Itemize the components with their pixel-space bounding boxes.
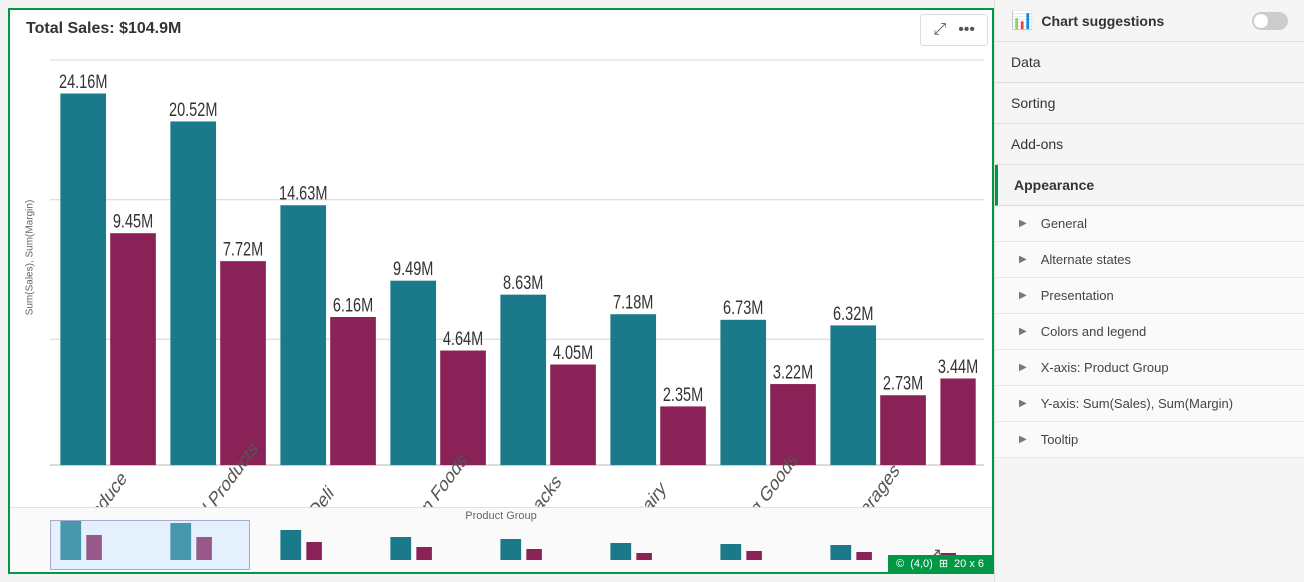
panel-subsection-colors-legend[interactable]: ▶ Colors and legend [995, 314, 1304, 350]
subsection-x-axis-label: X-axis: Product Group [1041, 360, 1169, 375]
chevron-right-icon: ▶ [1019, 326, 1027, 337]
status-position: (4,0) [910, 558, 933, 570]
status-copyright: © [896, 558, 904, 570]
subsection-alternate-states-label: Alternate states [1041, 252, 1131, 267]
chevron-right-icon: ▶ [1019, 290, 1027, 301]
y-axis-text: Sum(Sales), Sum(Margin) [25, 200, 36, 316]
chevron-right-icon: ▶ [1019, 434, 1027, 445]
svg-text:Dairy: Dairy [631, 475, 670, 507]
panel-section-addons-label: Add-ons [1011, 136, 1063, 152]
chevron-right-icon: ▶ [1019, 218, 1027, 229]
panel-subsection-y-axis[interactable]: ▶ Y-axis: Sum(Sales), Sum(Margin) [995, 386, 1304, 422]
svg-text:3.22M: 3.22M [773, 360, 813, 383]
panel-subsection-alternate-states[interactable]: ▶ Alternate states [995, 242, 1304, 278]
chart-toolbar: ⤢ ••• [920, 14, 988, 46]
svg-text:8.63M: 8.63M [503, 271, 543, 294]
svg-text:4.64M: 4.64M [443, 327, 483, 350]
svg-text:Snacks: Snacks [516, 469, 565, 507]
right-panel: 📊 Chart suggestions Data Sorting Add-ons… [994, 0, 1304, 582]
subsection-y-axis-label: Y-axis: Sum(Sales), Sum(Margin) [1041, 396, 1233, 411]
svg-text:Produce: Produce [76, 466, 129, 507]
panel-section-appearance[interactable]: Appearance [995, 165, 1304, 206]
svg-text:9.45M: 9.45M [113, 209, 153, 232]
expand-button[interactable]: ⤢ [929, 19, 950, 41]
panel-section-data-label: Data [1011, 54, 1041, 70]
svg-text:7.72M: 7.72M [223, 237, 263, 260]
chevron-right-icon: ▶ [1019, 398, 1027, 409]
panel-subsection-tooltip[interactable]: ▶ Tooltip [995, 422, 1304, 458]
panel-section-appearance-label: Appearance [1014, 177, 1094, 193]
panel-section-data[interactable]: Data [995, 42, 1304, 83]
chart-suggestions-icon: 📊 [1011, 10, 1033, 31]
mini-chart-label: Product Group [465, 510, 537, 522]
chart-suggestions-toggle[interactable] [1252, 12, 1288, 30]
mini-chart[interactable]: Product Group ↗ [10, 507, 992, 572]
subsection-colors-legend-label: Colors and legend [1041, 324, 1147, 339]
svg-text:6.73M: 6.73M [723, 296, 763, 319]
svg-text:7.18M: 7.18M [613, 290, 653, 313]
panel-subsection-x-axis[interactable]: ▶ X-axis: Product Group [995, 350, 1304, 386]
svg-text:6.16M: 6.16M [333, 293, 373, 316]
svg-text:2.73M: 2.73M [883, 371, 923, 394]
panel-section-sorting-label: Sorting [1011, 95, 1055, 111]
panel-subsection-general[interactable]: ▶ General [995, 206, 1304, 242]
svg-text:4.05M: 4.05M [553, 341, 593, 364]
svg-text:2.35M: 2.35M [663, 383, 703, 406]
svg-text:20.52M: 20.52M [169, 98, 217, 121]
status-bar: © (4,0) ⊞ 20 x 6 [888, 555, 992, 572]
chevron-right-icon: ▶ [1019, 254, 1027, 265]
panel-section-addons[interactable]: Add-ons [995, 124, 1304, 165]
chart-main: Sum(Sales), Sum(Margin) 30M 20M 10M 0 24… [10, 38, 992, 507]
chevron-right-icon: ▶ [1019, 362, 1027, 373]
svg-text:Deli: Deli [305, 481, 336, 507]
panel-header-title: Chart suggestions [1041, 13, 1244, 29]
subsection-tooltip-label: Tooltip [1041, 432, 1079, 447]
status-dimensions: 20 x 6 [954, 558, 984, 570]
mini-chart-highlight [50, 520, 250, 570]
panel-section-sorting[interactable]: Sorting [995, 83, 1304, 124]
chart-container: ⤢ ••• Total Sales: $104.9M Sum(Sales), S… [8, 8, 994, 574]
panel-header: 📊 Chart suggestions [995, 0, 1304, 42]
svg-text:9.49M: 9.49M [393, 257, 433, 280]
svg-text:6.32M: 6.32M [833, 302, 873, 325]
status-grid-icon: ⊞ [939, 557, 948, 570]
chart-title: Total Sales: $104.9M [10, 10, 992, 38]
bar-chart: 30M 20M 10M 0 24.16M 9.45M Produce 20.52… [50, 46, 984, 507]
more-options-button[interactable]: ••• [954, 19, 979, 41]
svg-text:24.16M: 24.16M [59, 70, 107, 93]
svg-text:14.63M: 14.63M [279, 182, 327, 205]
subsection-presentation-label: Presentation [1041, 288, 1114, 303]
panel-subsection-presentation[interactable]: ▶ Presentation [995, 278, 1304, 314]
y-axis-label: Sum(Sales), Sum(Margin) [10, 38, 50, 477]
svg-text:3.44M: 3.44M [938, 355, 978, 378]
subsection-general-label: General [1041, 216, 1087, 231]
